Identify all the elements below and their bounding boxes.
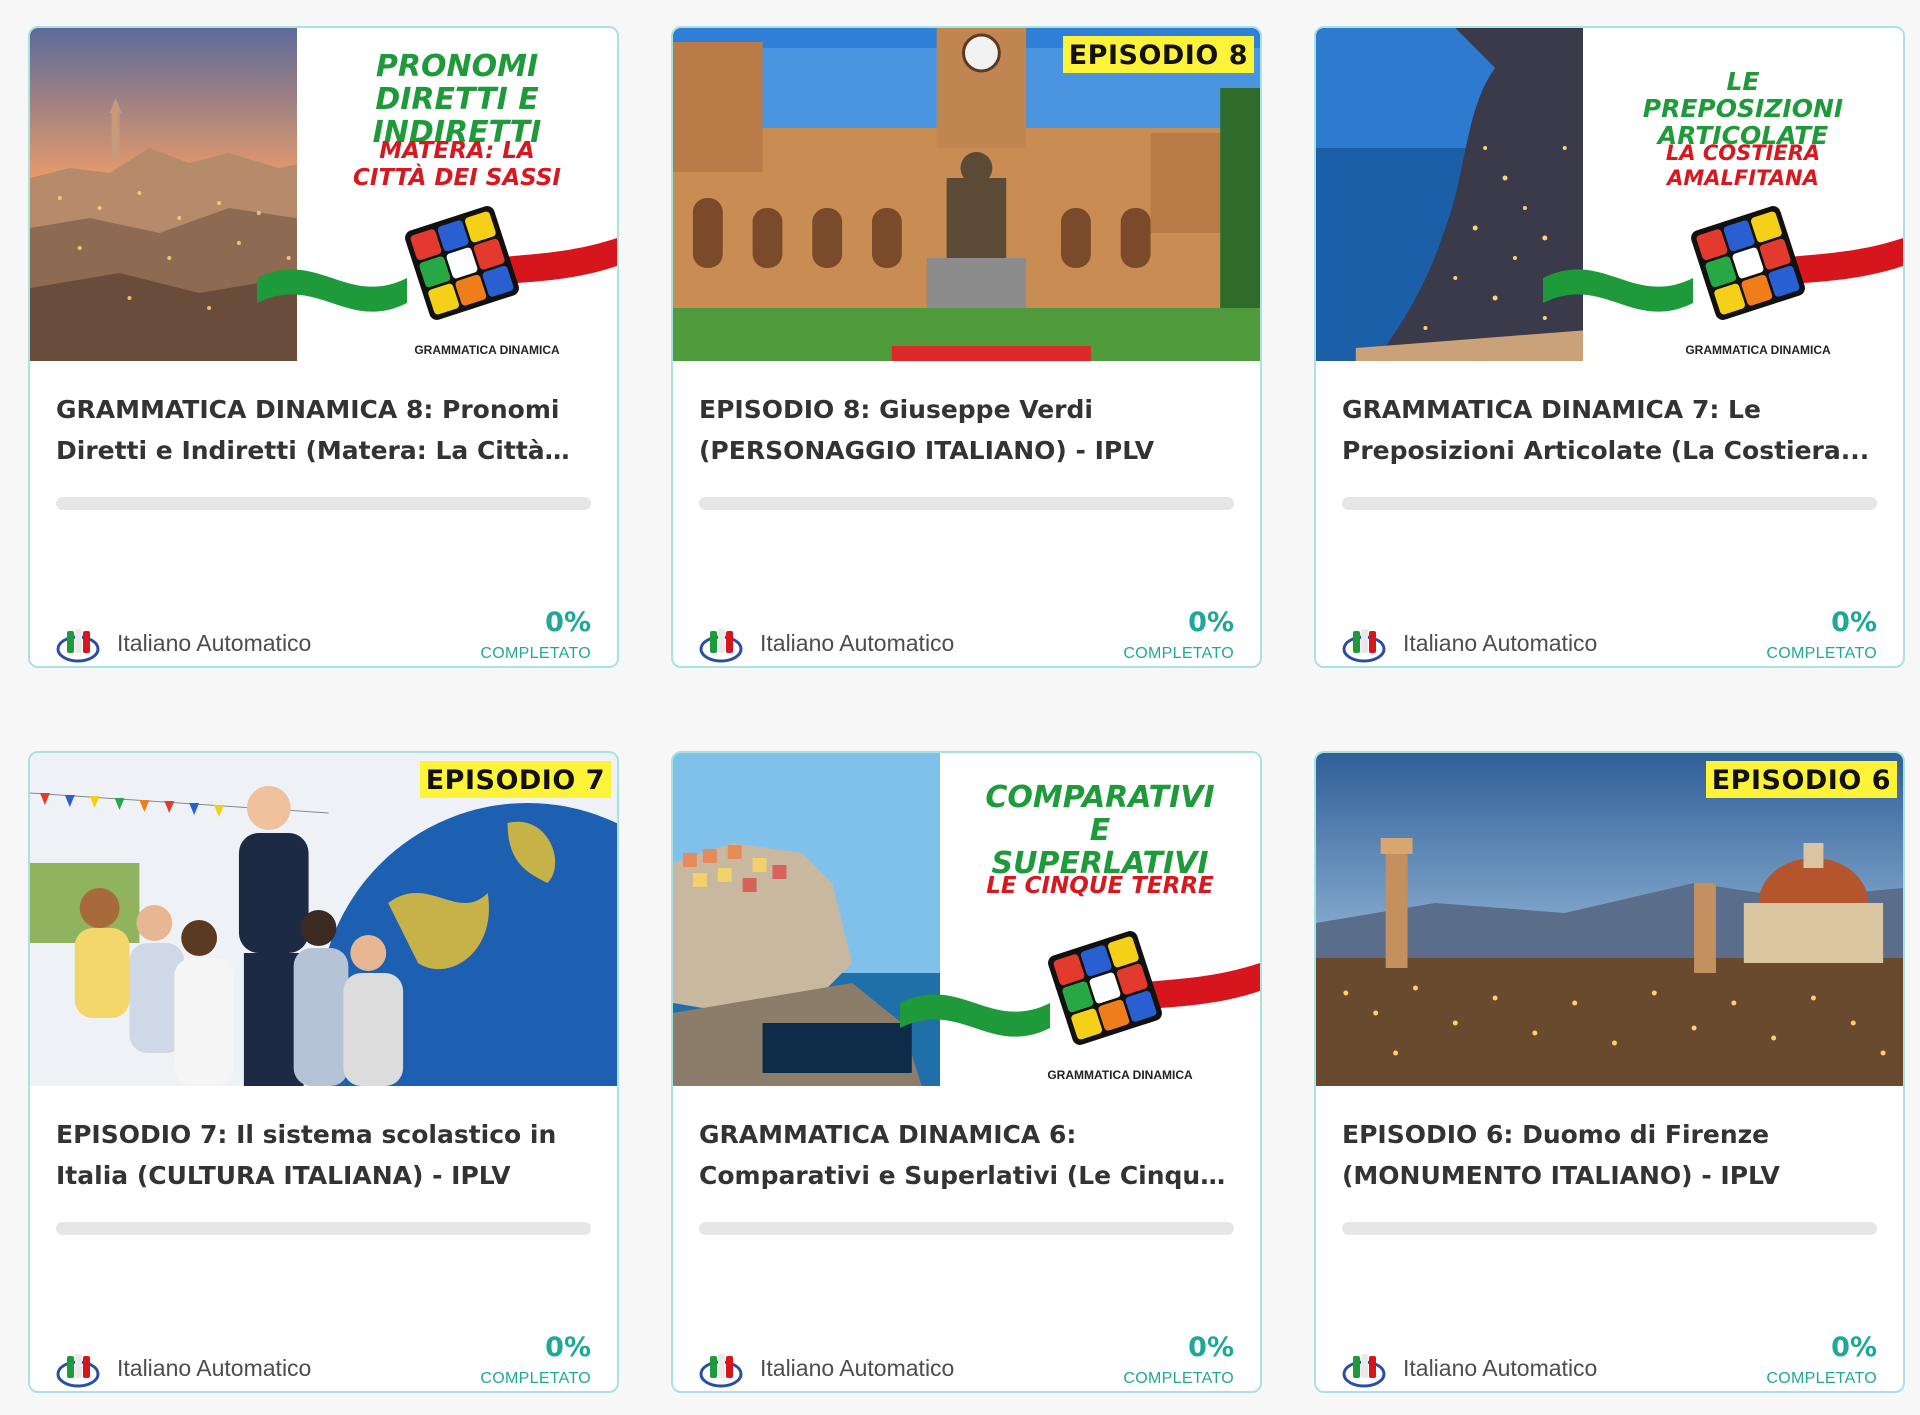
- author: Italiano Automatico: [699, 621, 954, 665]
- rubik-cube-icon: [405, 206, 519, 320]
- author-name: Italiano Automatico: [117, 1354, 312, 1381]
- course-card[interactable]: EPISODIO 8 EPISODIO 8: Giuseppe Verdi (P…: [671, 26, 1262, 668]
- italian-flag-logo-icon: [1342, 629, 1386, 663]
- course-title[interactable]: GRAMMATICA DINAMICA 6: Comparativi e Sup…: [699, 1114, 1234, 1196]
- progress-percent: 0%: [545, 607, 591, 638]
- author: Italiano Automatico: [1342, 1346, 1597, 1390]
- progress-bar: [699, 497, 1234, 510]
- verdi-palace-photo: [673, 28, 1260, 361]
- course-title[interactable]: GRAMMATICA DINAMICA 7: Le Preposizioni A…: [1342, 389, 1877, 471]
- course-card[interactable]: PRONOMI DIRETTI E INDIRETTI MATERA: LA C…: [28, 26, 619, 668]
- course-title[interactable]: GRAMMATICA DINAMICA 8: Pronomi Diretti e…: [56, 389, 591, 471]
- thumbnail-heading: LE PREPOSIZIONI ARTICOLATE: [1642, 67, 1844, 150]
- episode-badge: EPISODIO 7: [419, 761, 611, 798]
- thumbnail-brand: GRAMMATICA DINAMICA: [414, 343, 560, 357]
- grammatica-panel: PRONOMI DIRETTI E INDIRETTI MATERA: LA C…: [257, 28, 617, 361]
- progress-percent: 0%: [1188, 1332, 1234, 1363]
- rubik-cube-icon: [1691, 206, 1805, 320]
- thumbnail-subheading: MATERA: LA CITTÀ DEI SASSI: [353, 138, 561, 191]
- course-title[interactable]: EPISODIO 6: Duomo di Firenze (MONUMENTO …: [1342, 1114, 1877, 1196]
- progress-bar: [1342, 1222, 1877, 1235]
- progress-label: COMPLETATO: [480, 645, 591, 662]
- episode-badge: EPISODIO 6: [1705, 761, 1897, 798]
- course-title[interactable]: EPISODIO 7: Il sistema scolastico in Ita…: [56, 1114, 591, 1196]
- italian-flag-logo-icon: [699, 629, 743, 663]
- progress-label: COMPLETATO: [1123, 1370, 1234, 1387]
- author-name: Italiano Automatico: [760, 1354, 955, 1381]
- classroom-globe-photo: [30, 753, 617, 1086]
- progress-percent: 0%: [1188, 607, 1234, 638]
- thumbnail-heading: PRONOMI DIRETTI E INDIRETTI: [372, 49, 542, 150]
- course-thumbnail[interactable]: EPISODIO 8: [673, 28, 1260, 361]
- florence-photo: [1316, 753, 1903, 1086]
- author-name: Italiano Automatico: [1403, 1354, 1598, 1381]
- progress-percent: 0%: [1831, 607, 1877, 638]
- progress-label: COMPLETATO: [1766, 1370, 1877, 1387]
- course-thumbnail[interactable]: EPISODIO 6: [1316, 753, 1903, 1086]
- author-name: Italiano Automatico: [117, 629, 312, 656]
- progress-percent: 0%: [545, 1332, 591, 1363]
- author-name: Italiano Automatico: [760, 629, 955, 656]
- course-grid: PRONOMI DIRETTI E INDIRETTI MATERA: LA C…: [28, 26, 1907, 1393]
- author-name: Italiano Automatico: [1403, 629, 1598, 656]
- author: Italiano Automatico: [56, 621, 311, 665]
- course-thumbnail[interactable]: PRONOMI DIRETTI E INDIRETTI MATERA: LA C…: [30, 28, 617, 361]
- progress-bar: [699, 1222, 1234, 1235]
- grammatica-panel: COMPARATIVI E SUPERLATIVI LE CINQUE TERR…: [900, 753, 1260, 1086]
- course-card[interactable]: LE PREPOSIZIONI ARTICOLATE LA COSTIERA A…: [1314, 26, 1905, 668]
- progress-percent: 0%: [1831, 1332, 1877, 1363]
- course-card[interactable]: EPISODIO 6 EPISODIO 6: Duomo di Firenze …: [1314, 751, 1905, 1393]
- author: Italiano Automatico: [699, 1346, 954, 1390]
- course-card[interactable]: EPISODIO 7 EPISODIO 7: Il sistema scolas…: [28, 751, 619, 1393]
- progress-bar: [1342, 497, 1877, 510]
- episode-badge: EPISODIO 8: [1062, 36, 1254, 73]
- thumbnail-brand: GRAMMATICA DINAMICA: [1685, 343, 1831, 357]
- progress-bar: [56, 1222, 591, 1235]
- thumbnail-heading: COMPARATIVI E SUPERLATIVI: [985, 780, 1215, 881]
- italian-flag-logo-icon: [699, 1354, 743, 1388]
- progress-label: COMPLETATO: [480, 1370, 591, 1387]
- grammatica-panel: LE PREPOSIZIONI ARTICOLATE LA COSTIERA A…: [1543, 28, 1903, 361]
- progress-label: COMPLETATO: [1123, 645, 1234, 662]
- course-thumbnail[interactable]: COMPARATIVI E SUPERLATIVI LE CINQUE TERR…: [673, 753, 1260, 1086]
- course-thumbnail[interactable]: EPISODIO 7: [30, 753, 617, 1086]
- progress-bar: [56, 497, 591, 510]
- author: Italiano Automatico: [1342, 621, 1597, 665]
- rubik-cube-icon: [1048, 931, 1162, 1045]
- thumbnail-subheading: LA COSTIERA AMALFITANA: [1665, 141, 1821, 190]
- course-card[interactable]: COMPARATIVI E SUPERLATIVI LE CINQUE TERR…: [671, 751, 1262, 1393]
- author: Italiano Automatico: [56, 1346, 311, 1390]
- progress-label: COMPLETATO: [1766, 645, 1877, 662]
- thumbnail-subheading: LE CINQUE TERRE: [986, 873, 1214, 899]
- italian-flag-logo-icon: [56, 629, 100, 663]
- course-thumbnail[interactable]: LE PREPOSIZIONI ARTICOLATE LA COSTIERA A…: [1316, 28, 1903, 361]
- italian-flag-logo-icon: [56, 1354, 100, 1388]
- thumbnail-brand: GRAMMATICA DINAMICA: [1047, 1068, 1193, 1082]
- italian-flag-logo-icon: [1342, 1354, 1386, 1388]
- course-title[interactable]: EPISODIO 8: Giuseppe Verdi (PERSONAGGIO …: [699, 389, 1234, 471]
